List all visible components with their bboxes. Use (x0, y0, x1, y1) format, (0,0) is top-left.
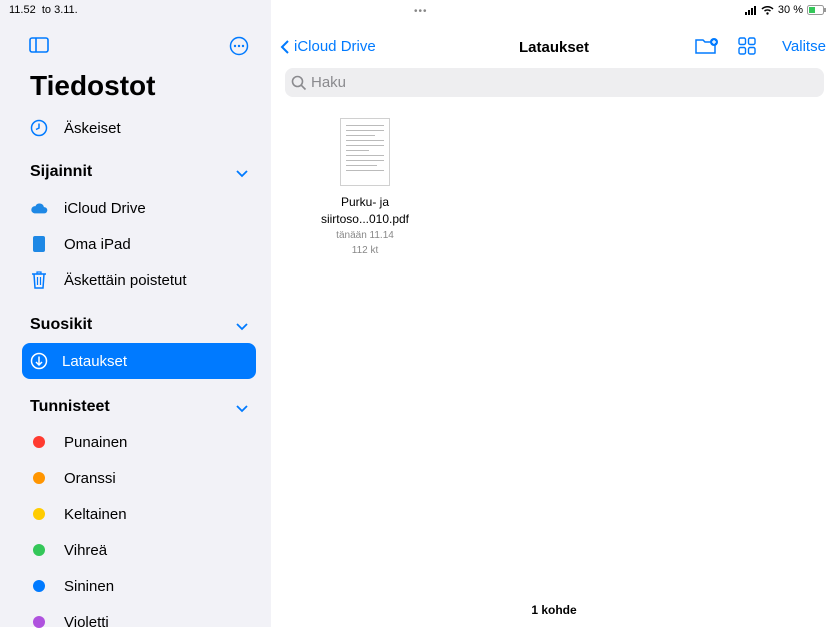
tag-color-dot-icon (30, 613, 48, 631)
search-icon (291, 75, 307, 90)
sidebar-item-recents[interactable]: Äskeiset (30, 110, 121, 146)
sidebar-item-label: Oma iPad (64, 235, 131, 253)
search-input[interactable]: Haku (285, 68, 824, 97)
chevron-left-icon (280, 39, 289, 54)
sidebar-item-tag[interactable]: Keltainen (30, 496, 127, 532)
file-date: tänään 11.14 (336, 230, 394, 241)
more-options-icon[interactable] (229, 36, 249, 61)
sidebar-title: Tiedostot (30, 70, 156, 101)
tag-color-dot-icon (30, 433, 48, 451)
multitasking-dots[interactable]: ••• (414, 6, 428, 17)
sidebar-item-label: Vihreä (64, 541, 108, 559)
tag-color-dot-icon (30, 505, 48, 523)
sidebar-toggle-icon[interactable] (29, 37, 49, 58)
sidebar-item-tag[interactable]: Violetti (30, 604, 109, 640)
section-favorites: Suosikit (30, 316, 93, 333)
tag-color-dot-icon (30, 541, 48, 559)
wifi-icon (761, 6, 774, 15)
clock-icon (30, 119, 48, 137)
file-size: 112 kt (351, 245, 379, 256)
main-content: ••• 30 % Lataukset iCloud Drive Valitse … (271, 0, 837, 627)
back-button-label: iCloud Drive (294, 38, 376, 55)
search-placeholder: Haku (311, 74, 347, 91)
sidebar-item-label: Sininen (64, 577, 115, 595)
status-time-date: 11.52 to 3.11. (9, 4, 78, 16)
section-tags: Tunnisteet (30, 398, 110, 415)
sidebar-item-label: Violetti (64, 613, 109, 631)
section-locations: Sijainnit (30, 163, 93, 180)
chevron-down-icon[interactable] (236, 320, 248, 334)
chevron-down-icon[interactable] (236, 402, 248, 416)
sidebar-item-label: Äskeiset (64, 119, 121, 137)
file-item[interactable]: Purku- ja siirtoso...010.pdf tänään 11.14… (291, 118, 439, 258)
tag-color-dot-icon (30, 577, 48, 595)
new-folder-icon[interactable] (695, 37, 719, 60)
sidebar-item-tag[interactable]: Vihreä (30, 532, 107, 568)
chevron-down-icon[interactable] (236, 167, 248, 181)
sidebar-item-label: Punainen (64, 433, 128, 451)
ipad-icon (30, 235, 48, 253)
tag-color-dot-icon (30, 469, 48, 487)
back-button[interactable]: iCloud Drive (280, 38, 376, 55)
sidebar-item-icloud-drive[interactable]: iCloud Drive (30, 190, 146, 226)
sidebar-item-label: Oranssi (64, 469, 116, 487)
file-name: Purku- ja siirtoso...010.pdf (320, 195, 410, 226)
pdf-thumbnail (340, 118, 390, 186)
status-indicators: 30 % (744, 4, 827, 16)
sidebar: 11.52 to 3.11. Tiedostot Äskeiset Sijain… (0, 0, 271, 631)
sidebar-item-tag[interactable]: Punainen (30, 424, 127, 460)
cloud-icon (30, 199, 48, 217)
sidebar-item-label: Keltainen (64, 505, 127, 523)
trash-icon (30, 271, 48, 289)
sidebar-item-ipad[interactable]: Oma iPad (30, 226, 131, 262)
select-button[interactable]: Valitse (782, 38, 826, 55)
battery-icon (807, 5, 826, 15)
sidebar-item-tag[interactable]: Oranssi (30, 460, 116, 496)
item-count: 1 kohde (531, 603, 577, 617)
sidebar-item-label: iCloud Drive (64, 199, 146, 217)
sidebar-item-recently-deleted[interactable]: Äskettäin poistetut (30, 262, 187, 298)
sidebar-item-tag[interactable]: Sininen (30, 568, 114, 604)
sidebar-item-downloads[interactable]: Lataukset (22, 343, 256, 379)
sidebar-item-label: Lataukset (62, 352, 128, 370)
grid-view-icon[interactable] (738, 37, 756, 60)
signal-icon (744, 5, 756, 15)
download-icon (30, 352, 48, 370)
sidebar-item-label: Äskettäin poistetut (64, 271, 187, 289)
